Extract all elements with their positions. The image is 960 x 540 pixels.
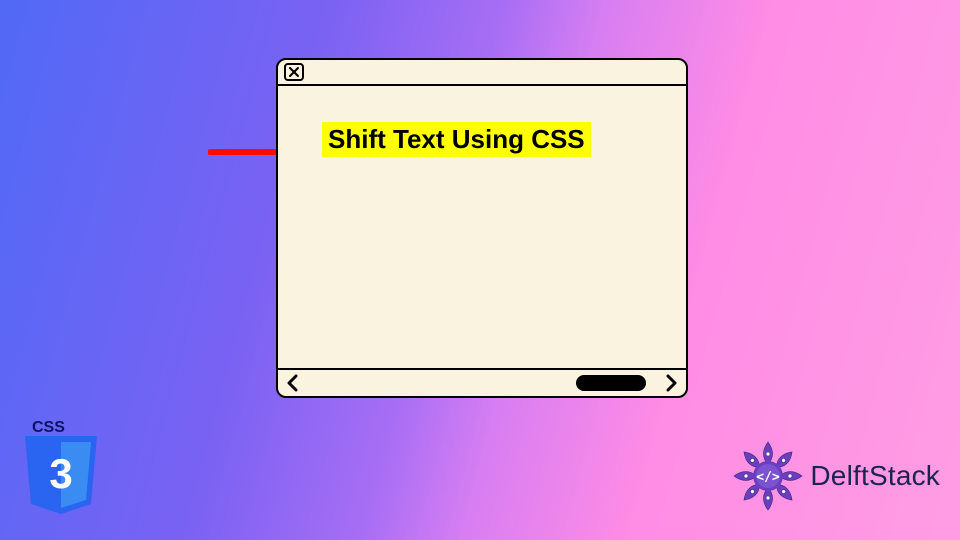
mandala-icon: </> — [732, 440, 804, 512]
window-titlebar — [276, 58, 688, 86]
chevron-left-icon — [284, 374, 302, 392]
headline-text: Shift Text Using CSS — [322, 122, 591, 157]
brand-logo: </> DelftStack — [732, 440, 940, 512]
tutorial-banner: Shift Text Using CSS CSS 3 — [0, 0, 960, 540]
window-body: Shift Text Using CSS — [276, 86, 688, 368]
close-icon — [284, 63, 304, 81]
css3-label: CSS — [32, 419, 65, 436]
browser-window-illustration: Shift Text Using CSS — [276, 58, 688, 398]
css3-badge-icon: CSS 3 — [22, 418, 100, 518]
svg-text:</>: </> — [757, 470, 781, 485]
css3-version: 3 — [49, 450, 72, 497]
chevron-right-icon — [662, 374, 680, 392]
window-scrollbar — [276, 368, 688, 398]
scrollbar-thumb — [576, 375, 646, 391]
brand-name: DelftStack — [810, 460, 940, 492]
